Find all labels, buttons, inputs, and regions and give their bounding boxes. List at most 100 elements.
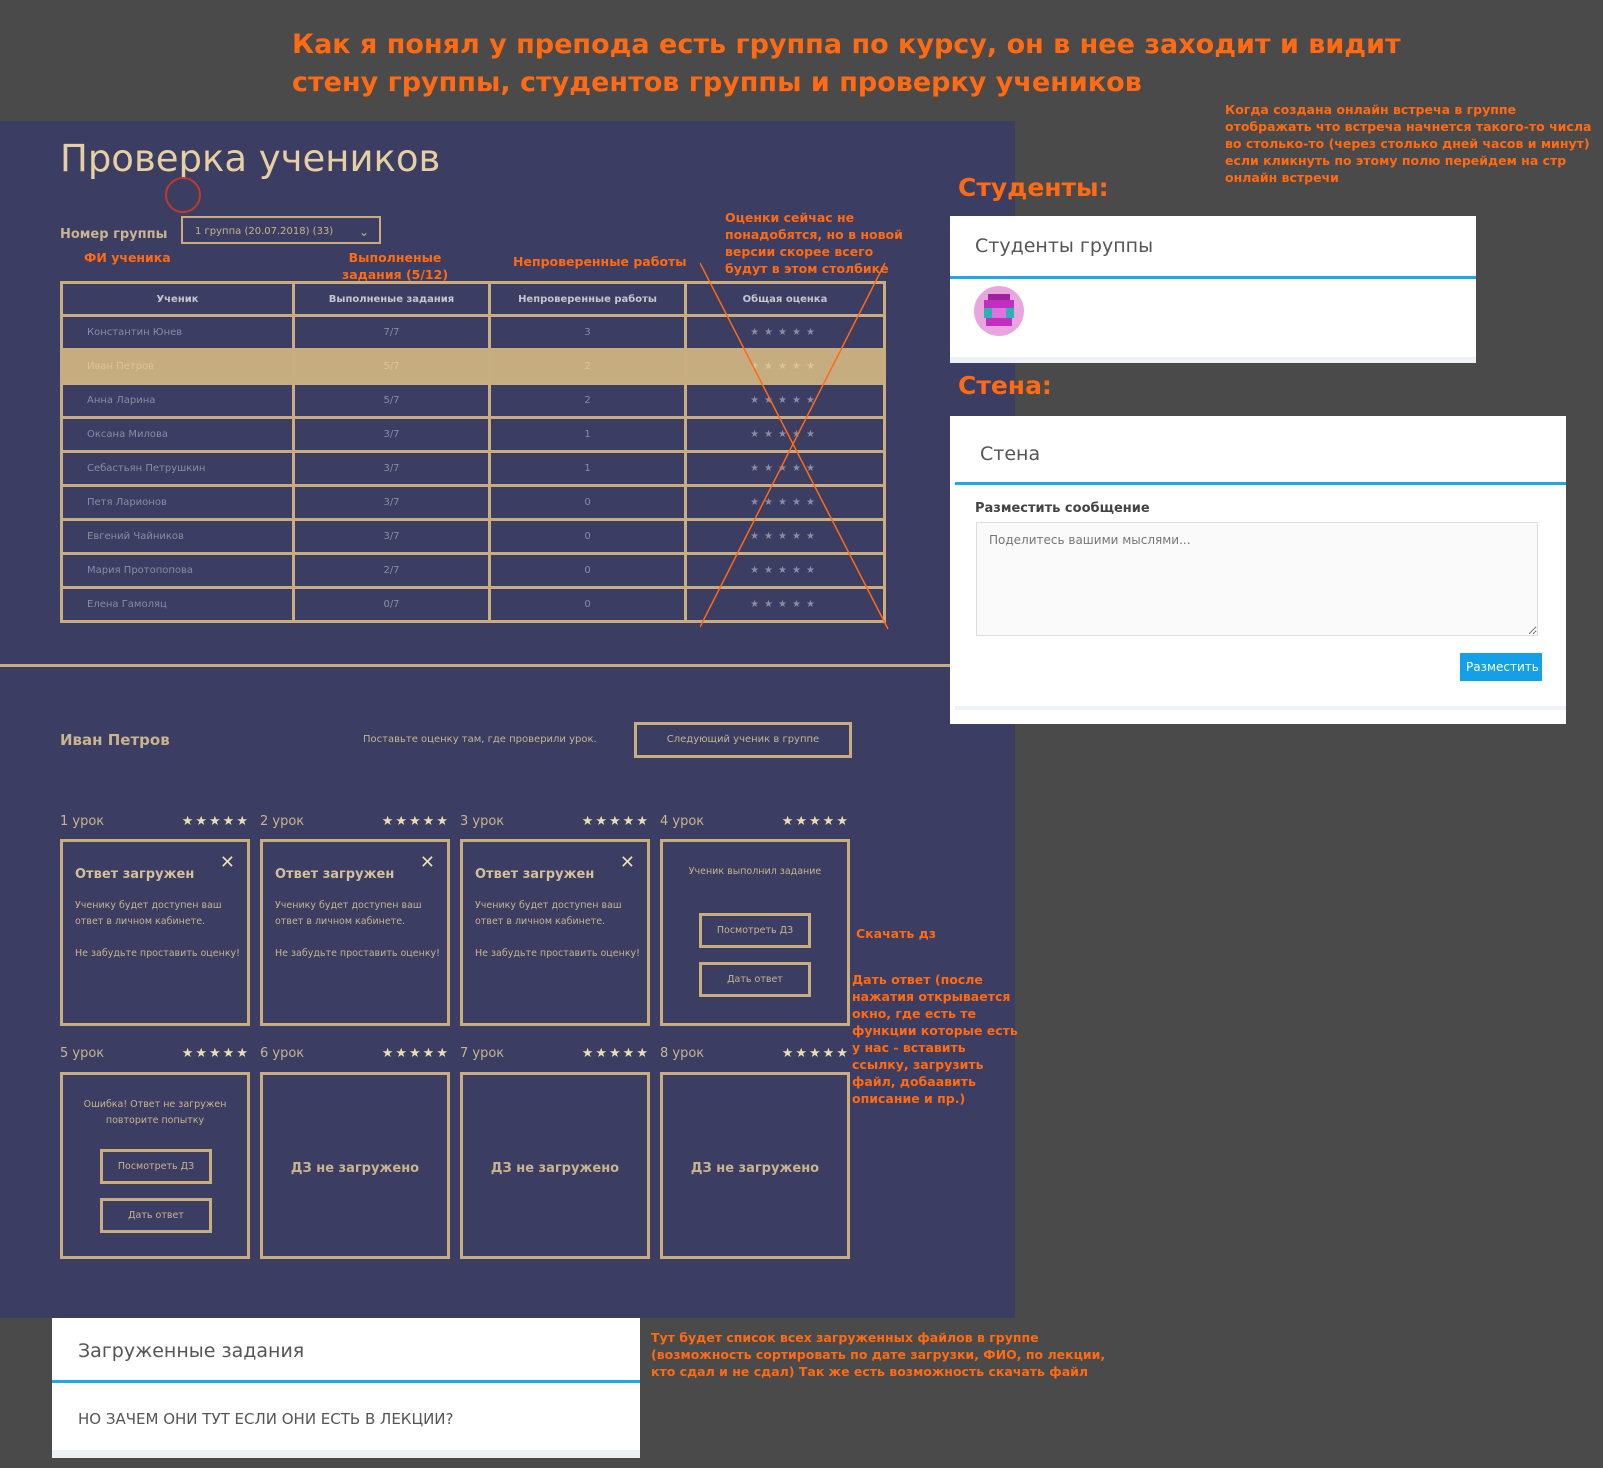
give-answer-note: Дать ответ (после нажатия открывается ок…	[852, 972, 1018, 1106]
panel-footer	[52, 1450, 640, 1458]
lesson-card: Ответ загружен ✕ Ученику будет доступен ва…	[260, 839, 450, 1026]
download-hw-note: Скачать дз	[856, 926, 936, 941]
homework-not-uploaded-text: ДЗ не загружено	[290, 1161, 420, 1176]
headline-note: Как я понял у препода есть группа по кур…	[292, 29, 1401, 98]
students-panel-title: Студенты группы	[950, 216, 1476, 279]
rating-hint: Поставьте оценку там, где проверили урок…	[363, 734, 597, 745]
lesson-card: Ошибка! Ответ не загружен повторите попы…	[60, 1072, 250, 1259]
unchecked-cell: 0	[488, 484, 687, 521]
unchecked-cell: 0	[488, 518, 687, 555]
lesson-label: 1 урок	[60, 814, 105, 829]
lesson-rating-stars[interactable]: ★★★★★	[582, 814, 650, 829]
done-cell: 3/7	[292, 484, 491, 521]
column-header-done: Выполненые задания	[292, 281, 491, 317]
unchecked-cell: 2	[488, 348, 687, 385]
column-header-student: Ученик	[60, 281, 295, 317]
page: { "headline": "Как я понял у препода ест…	[0, 0, 1603, 1468]
lesson-header: 5 урок ★★★★★	[60, 1046, 250, 1061]
board-title: Проверка учеников	[60, 137, 441, 180]
lesson-rating-stars[interactable]: ★★★★★	[182, 814, 250, 829]
card-status-text: Ошибка! Ответ не загружен повторите попы…	[83, 1099, 227, 1126]
done-cell: 3/7	[292, 450, 491, 487]
lesson-rating-stars[interactable]: ★★★★★	[182, 1046, 250, 1061]
chevron-down-icon: ⌄	[358, 225, 369, 239]
group-select-value: 1 группа (20.07.2018) (33)	[195, 226, 334, 237]
panel-footer	[955, 706, 1566, 710]
annotation-done: Выполненые задания (5/12)	[341, 250, 449, 282]
done-cell: 7/7	[292, 314, 491, 351]
done-cell: 5/7	[292, 382, 491, 419]
card-text: Ученику будет доступен ваш ответ в лично…	[475, 900, 622, 927]
unchecked-cell: 2	[488, 382, 687, 419]
lesson-label: 2 урок	[260, 814, 305, 829]
student-name-cell: Оксана Милова	[60, 416, 295, 453]
lesson-rating-stars[interactable]: ★★★★★	[782, 1046, 850, 1061]
student-name-cell: Константин Юнев	[60, 314, 295, 351]
group-number-label: Номер группы	[60, 227, 168, 242]
card-status-text: Ученик выполнил задание	[688, 866, 822, 877]
view-homework-button[interactable]: Посмотреть ДЗ	[100, 1149, 212, 1184]
student-name-cell: Мария Протопопова	[60, 552, 295, 589]
lesson-header: 4 урок ★★★★★	[660, 814, 850, 829]
give-answer-button[interactable]: Дать ответ	[100, 1198, 212, 1233]
panel-footer	[950, 357, 1476, 363]
close-icon[interactable]: ✕	[220, 852, 235, 873]
lesson-header: 6 урок ★★★★★	[260, 1046, 450, 1061]
lesson-label: 8 урок	[660, 1046, 705, 1061]
section-divider	[0, 664, 950, 667]
lesson-label: 7 урок	[460, 1046, 505, 1061]
card-reminder-text: Не забудьте проставить оценку!	[75, 948, 240, 959]
avatar-pattern-icon	[984, 294, 1014, 326]
card-text: Ученику будет доступен ваш ответ в лично…	[75, 900, 222, 927]
lesson-rating-stars[interactable]: ★★★★★	[582, 1046, 650, 1061]
uploaded-files-note: Тут будет список всех загруженных файлов…	[651, 1330, 1106, 1379]
unchecked-cell: 0	[488, 586, 687, 623]
next-student-button[interactable]: Следующий ученик в группе	[634, 722, 852, 758]
homework-not-uploaded-text: ДЗ не загружено	[490, 1161, 620, 1176]
homework-not-uploaded-text: ДЗ не загружено	[690, 1161, 820, 1176]
done-cell: 0/7	[292, 586, 491, 623]
post-button[interactable]: Разместить	[1460, 653, 1542, 681]
unchecked-cell: 3	[488, 314, 687, 351]
unchecked-cell: 1	[488, 450, 687, 487]
lesson-label: 5 урок	[60, 1046, 105, 1061]
give-answer-button[interactable]: Дать ответ	[699, 962, 811, 997]
lesson-rating-stars[interactable]: ★★★★★	[382, 814, 450, 829]
student-name-cell: Анна Ларина	[60, 382, 295, 419]
done-cell: 3/7	[292, 416, 491, 453]
answer-uploaded-title: Ответ загружен	[275, 867, 395, 882]
wall-message-input[interactable]	[976, 522, 1538, 636]
close-icon[interactable]: ✕	[420, 852, 435, 873]
lesson-rating-stars[interactable]: ★★★★★	[782, 814, 850, 829]
lesson-header: 2 урок ★★★★★	[260, 814, 450, 829]
cross-out-mark	[700, 262, 889, 630]
lesson-card: Ответ загружен ✕ Ученику будет доступен ва…	[60, 839, 250, 1026]
lesson-card: ДЗ не загружено	[660, 1072, 850, 1259]
unchecked-cell: 1	[488, 416, 687, 453]
lesson-header: 1 урок ★★★★★	[60, 814, 250, 829]
lesson-card: Ответ загружен ✕ Ученику будет доступен ва…	[460, 839, 650, 1026]
student-name-cell: Себастьян Петрушкин	[60, 450, 295, 487]
wall-heading: Стена:	[958, 371, 1052, 400]
lesson-card: ДЗ не загружено	[460, 1072, 650, 1259]
close-icon[interactable]: ✕	[620, 852, 635, 873]
group-select[interactable]: 1 группа (20.07.2018) (33) ⌄	[181, 216, 381, 244]
selected-student-name: Иван Петров	[60, 731, 170, 749]
avatar[interactable]	[974, 286, 1024, 336]
lesson-label: 6 урок	[260, 1046, 305, 1061]
uploaded-tasks-panel: Загруженные задания НО ЗАЧЕМ ОНИ ТУТ ЕСЛ…	[52, 1318, 640, 1458]
students-check-board: Проверка учеников Номер группы 1 группа …	[0, 121, 1015, 1318]
answer-uploaded-title: Ответ загружен	[475, 867, 595, 882]
lesson-rating-stars[interactable]: ★★★★★	[382, 1046, 450, 1061]
card-reminder-text: Не забудьте проставить оценку!	[475, 948, 640, 959]
card-reminder-text: Не забудьте проставить оценку!	[275, 948, 440, 959]
student-name-cell: Петя Ларионов	[60, 484, 295, 521]
meeting-note: Когда создана онлайн встреча в группе от…	[1225, 102, 1592, 185]
lesson-header: 8 урок ★★★★★	[660, 1046, 850, 1061]
red-circle-mark	[165, 177, 201, 213]
unchecked-cell: 0	[488, 552, 687, 589]
view-homework-button[interactable]: Посмотреть ДЗ	[699, 913, 811, 948]
post-message-label: Разместить сообщение	[975, 501, 1150, 516]
annotation-unchecked: Непроверенные работы	[513, 254, 687, 269]
card-text: Ученику будет доступен ваш ответ в лично…	[275, 900, 422, 927]
